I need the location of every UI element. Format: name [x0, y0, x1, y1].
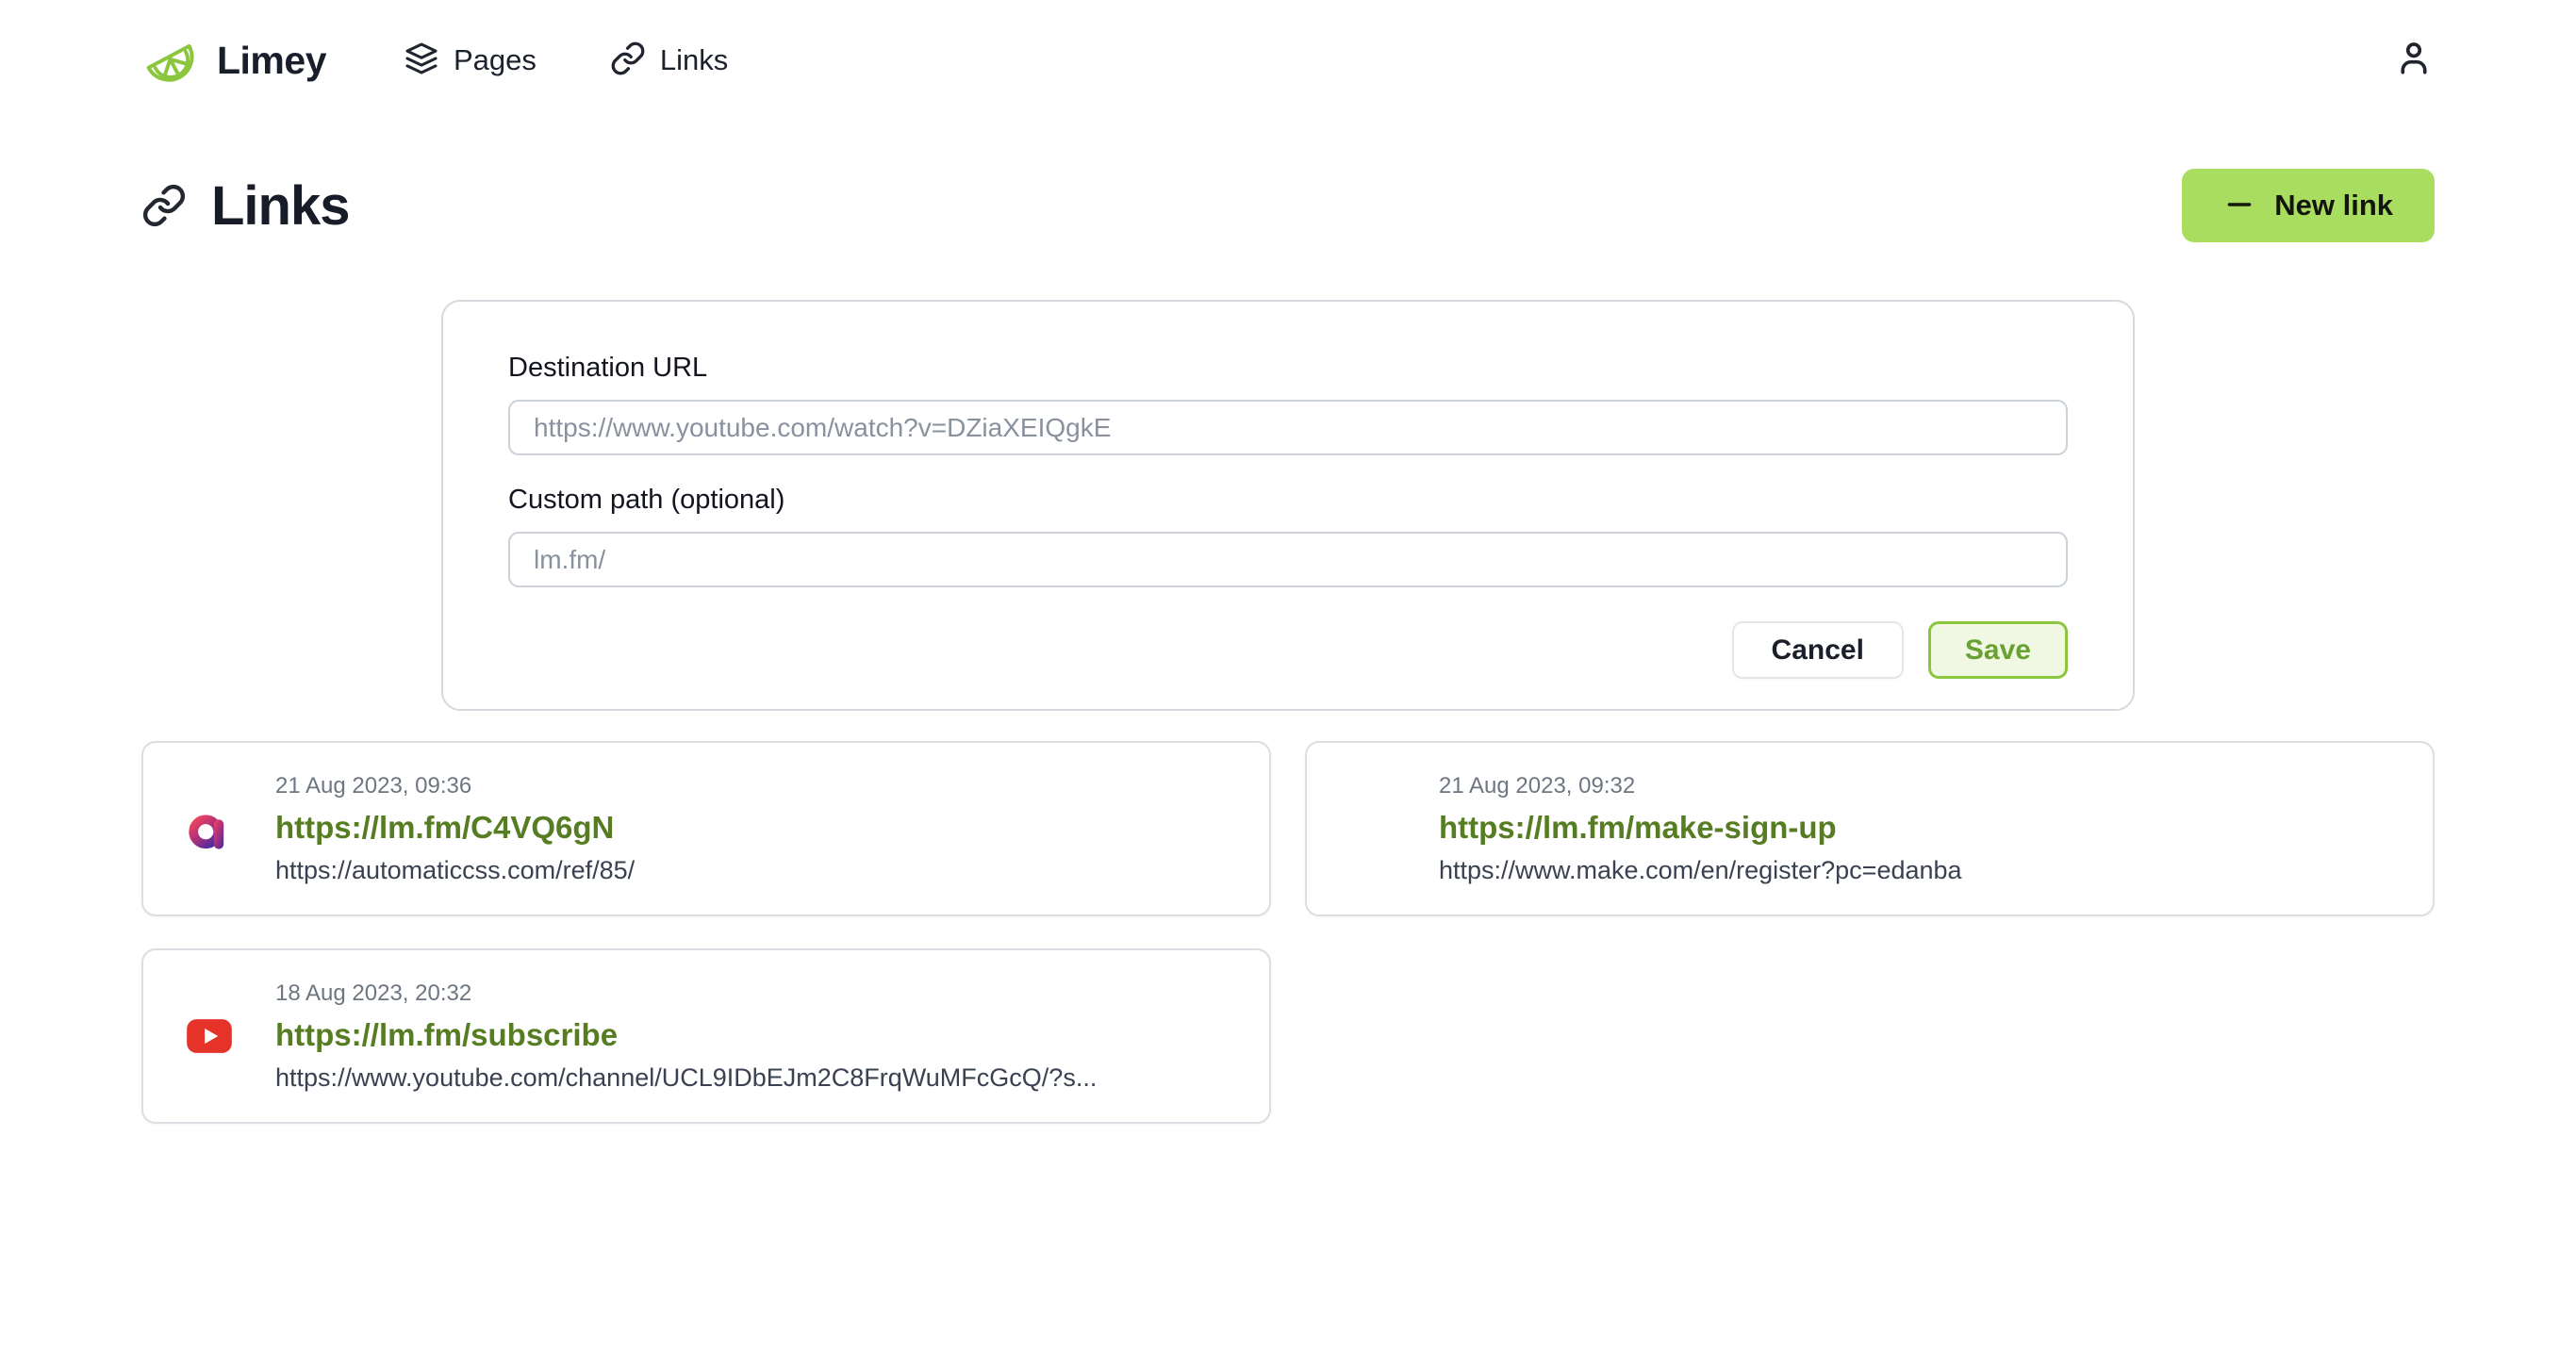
cancel-button[interactable]: Cancel — [1732, 621, 1904, 679]
link-favicon — [185, 1012, 234, 1061]
link-short-url[interactable]: https://lm.fm/C4VQ6gN — [275, 810, 635, 846]
user-icon — [2393, 38, 2435, 84]
nav-item-links[interactable]: Links — [610, 41, 728, 81]
link-destination-url: https://www.make.com/en/register?pc=edan… — [1439, 856, 1962, 885]
link-card[interactable]: 21 Aug 2023, 09:36 https://lm.fm/C4VQ6gN… — [141, 741, 1271, 916]
minus-icon — [2223, 189, 2255, 223]
link-date: 21 Aug 2023, 09:32 — [1439, 773, 1962, 799]
page-title-row: Links New link — [141, 158, 2435, 253]
link-date: 21 Aug 2023, 09:36 — [275, 773, 635, 799]
page-title: Links — [211, 174, 350, 238]
save-button[interactable]: Save — [1928, 621, 2068, 679]
link-short-url[interactable]: https://lm.fm/make-sign-up — [1439, 810, 1962, 846]
new-link-form: Destination URL Custom path (optional) C… — [441, 300, 2135, 711]
form-actions: Cancel Save — [508, 621, 2068, 679]
youtube-logo-icon — [185, 1012, 234, 1061]
link-favicon — [185, 804, 234, 853]
link-card-body: 21 Aug 2023, 09:36 https://lm.fm/C4VQ6gN… — [275, 773, 635, 885]
make-logo-icon — [1348, 804, 1397, 853]
lime-icon — [141, 30, 198, 91]
links-list: 21 Aug 2023, 09:36 https://lm.fm/C4VQ6gN… — [141, 741, 2435, 1124]
nav-item-pages[interactable]: Pages — [404, 41, 537, 81]
link-card-body: 18 Aug 2023, 20:32 https://lm.fm/subscri… — [275, 980, 1097, 1093]
link-short-url[interactable]: https://lm.fm/subscribe — [275, 1017, 1097, 1053]
custom-path-label: Custom path (optional) — [508, 485, 2068, 516]
nav-label-pages: Pages — [454, 43, 537, 77]
brand-name: Limey — [217, 39, 326, 83]
link-icon — [610, 41, 646, 81]
link-icon — [141, 183, 187, 228]
custom-path-input[interactable] — [508, 532, 2068, 587]
automaticcss-logo-icon — [185, 804, 234, 853]
new-link-button-label: New link — [2274, 189, 2393, 222]
layers-icon — [404, 41, 439, 81]
link-destination-url: https://www.youtube.com/channel/UCL9IDbE… — [275, 1063, 1097, 1093]
link-card-body: 21 Aug 2023, 09:32 https://lm.fm/make-si… — [1439, 773, 1962, 885]
app-header: Limey Pages Links — [141, 0, 2435, 121]
link-card[interactable]: 18 Aug 2023, 20:32 https://lm.fm/subscri… — [141, 948, 1271, 1124]
nav-label-links: Links — [660, 43, 728, 77]
new-link-button[interactable]: New link — [2182, 169, 2435, 242]
link-destination-url: https://automaticcss.com/ref/85/ — [275, 856, 635, 885]
link-favicon — [1348, 804, 1397, 853]
brand[interactable]: Limey — [141, 30, 326, 91]
link-card[interactable]: 21 Aug 2023, 09:32 https://lm.fm/make-si… — [1305, 741, 2435, 916]
link-date: 18 Aug 2023, 20:32 — [275, 980, 1097, 1007]
destination-url-label: Destination URL — [508, 353, 2068, 384]
main-nav: Pages Links — [404, 41, 728, 81]
destination-url-input[interactable] — [508, 400, 2068, 455]
user-menu-button[interactable] — [2393, 38, 2435, 84]
